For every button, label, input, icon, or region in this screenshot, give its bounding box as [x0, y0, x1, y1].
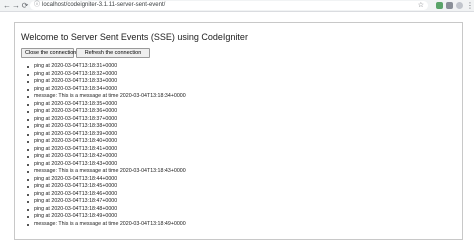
info-icon[interactable]: ⓘ [34, 1, 40, 10]
extension-icon[interactable] [436, 2, 443, 9]
event-list-item: ping at 2020-03-04T13:18:35+0000 [25, 101, 186, 109]
event-list-item: ping at 2020-03-04T13:18:42+0000 [25, 153, 186, 161]
event-list-item: ping at 2020-03-04T13:18:46+0000 [25, 191, 186, 199]
address-url[interactable]: localhost/codeigniter-3.1.11-server-sent… [42, 1, 165, 10]
event-list-item: message: This is a message at time 2020-… [25, 93, 186, 101]
event-list-item: ping at 2020-03-04T13:18:38+0000 [25, 123, 186, 131]
event-list-item: ping at 2020-03-04T13:18:33+0000 [25, 78, 186, 86]
event-list-item: ping at 2020-03-04T13:18:44+0000 [25, 176, 186, 184]
event-list-item: ping at 2020-03-04T13:18:31+0000 [25, 63, 186, 71]
event-list-item: ping at 2020-03-04T13:18:45+0000 [25, 183, 186, 191]
event-list-item: ping at 2020-03-04T13:18:36+0000 [25, 108, 186, 116]
event-list-item: ping at 2020-03-04T13:18:39+0000 [25, 131, 186, 139]
close-connection-button[interactable]: Close the connection [21, 48, 76, 58]
event-list-item: ping at 2020-03-04T13:18:43+0000 [25, 161, 186, 169]
page-title: Welcome to Server Sent Events (SSE) usin… [21, 32, 248, 42]
refresh-connection-button[interactable]: Refresh the connection [76, 48, 150, 58]
profile-avatar-icon[interactable] [456, 2, 463, 9]
event-list-item: ping at 2020-03-04T13:18:40+0000 [25, 138, 186, 146]
address-bar[interactable]: ⓘ localhost/codeigniter-3.1.11-server-se… [30, 1, 428, 10]
content-container: Welcome to Server Sent Events (SSE) usin… [14, 22, 463, 240]
event-list-item: ping at 2020-03-04T13:18:41+0000 [25, 146, 186, 154]
event-list-item: message: This is a message at time 2020-… [25, 168, 186, 176]
event-list-item: ping at 2020-03-04T13:18:48+0000 [25, 206, 186, 214]
event-list: ping at 2020-03-04T13:18:31+0000 ping at … [25, 63, 186, 228]
event-list-item: ping at 2020-03-04T13:18:32+0000 [25, 71, 186, 79]
extension-icon[interactable] [446, 2, 453, 9]
event-list-item: ping at 2020-03-04T13:18:49+0000 [25, 213, 186, 221]
event-list-item: message: This is a message at time 2020-… [25, 221, 186, 229]
event-list-item: ping at 2020-03-04T13:18:37+0000 [25, 116, 186, 124]
event-list-item: ping at 2020-03-04T13:18:34+0000 [25, 86, 186, 94]
event-list-item: ping at 2020-03-04T13:18:47+0000 [25, 198, 186, 206]
browser-menu-icon[interactable]: ⋮ [466, 0, 474, 11]
browser-toolbar: ← → ⟳ ⓘ localhost/codeigniter-3.1.11-ser… [0, 0, 474, 12]
reload-icon[interactable]: ⟳ [20, 0, 30, 11]
bookmark-star-icon[interactable]: ☆ [418, 1, 424, 10]
